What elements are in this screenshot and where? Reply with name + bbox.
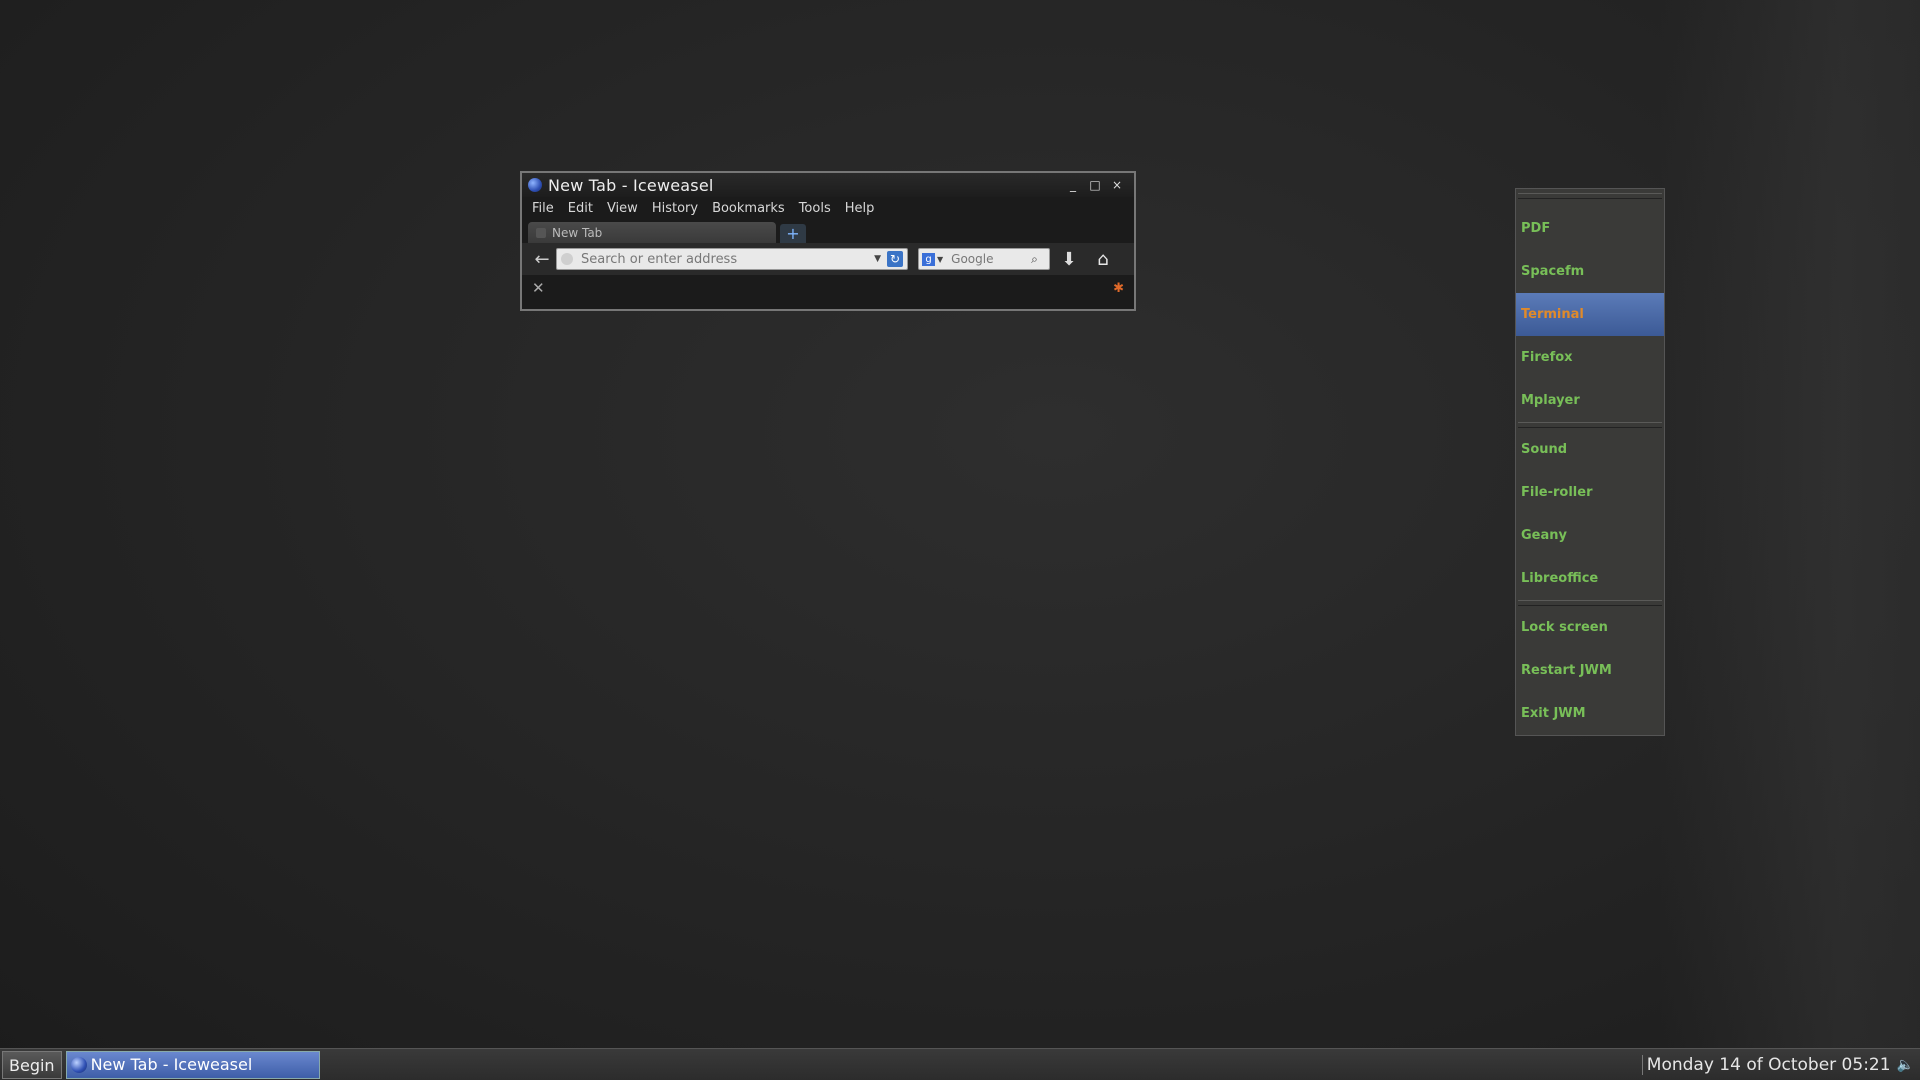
menu-view[interactable]: View <box>607 201 638 216</box>
search-bar[interactable]: g ▼ ⌕ <box>918 248 1050 270</box>
close-icon[interactable]: ✕ <box>532 279 545 297</box>
root-menu: PDF Spacefm Terminal Firefox Mplayer Sou… <box>1515 188 1665 736</box>
download-icon[interactable]: ⬇ <box>1054 249 1084 270</box>
menu-bar: File Edit View History Bookmarks Tools H… <box>522 197 1134 219</box>
taskbar-window-button[interactable]: New Tab - Iceweasel <box>65 1050 320 1079</box>
tab-new-tab[interactable]: New Tab <box>528 222 776 243</box>
clock[interactable]: Monday 14 of October 05:21 <box>1641 1054 1891 1075</box>
menu-item-exit-jwm[interactable]: Exit JWM <box>1516 692 1664 735</box>
url-history-dropdown-icon[interactable]: ▼ <box>874 254 881 264</box>
menu-bookmarks[interactable]: Bookmarks <box>712 201 785 216</box>
menu-item-terminal[interactable]: Terminal <box>1516 293 1664 336</box>
search-icon[interactable]: ⌕ <box>1031 252 1038 267</box>
window-title: New Tab - Iceweasel <box>548 175 714 195</box>
menu-item-firefox[interactable]: Firefox <box>1516 336 1664 379</box>
notification-bar: ✕ ✱ <box>522 275 1134 301</box>
minimize-button[interactable]: _ <box>1062 178 1084 192</box>
home-icon[interactable]: ⌂ <box>1088 249 1118 270</box>
menu-item-mplayer[interactable]: Mplayer <box>1516 379 1664 422</box>
new-tab-button[interactable]: + <box>780 224 806 243</box>
tab-strip: New Tab + <box>522 219 1134 243</box>
close-button[interactable]: × <box>1106 178 1128 192</box>
search-input[interactable] <box>949 251 1032 267</box>
tab-label: New Tab <box>552 225 603 240</box>
menu-item-restart-jwm[interactable]: Restart JWM <box>1516 649 1664 692</box>
system-tray: Monday 14 of October 05:21 🔈 <box>1641 1049 1920 1080</box>
tab-favicon-icon <box>536 227 546 238</box>
menu-item-libreoffice[interactable]: Libreoffice <box>1516 557 1664 600</box>
menu-edit[interactable]: Edit <box>568 201 593 216</box>
menu-item-sound[interactable]: Sound <box>1516 428 1664 471</box>
menu-item-geany[interactable]: Geany <box>1516 514 1664 557</box>
addon-icon[interactable]: ✱ <box>1113 281 1124 296</box>
iceweasel-task-icon <box>70 1056 87 1073</box>
menu-separator <box>1518 193 1662 199</box>
taskbar: Begin New Tab - Iceweasel Monday 14 of O… <box>0 1048 1920 1080</box>
menu-file[interactable]: File <box>532 201 554 216</box>
browser-window[interactable]: New Tab - Iceweasel _ □ × File Edit View… <box>520 171 1136 311</box>
iceweasel-app-icon <box>528 178 542 192</box>
reload-icon[interactable]: ↻ <box>887 251 903 267</box>
url-bar[interactable]: ▼ ↻ <box>556 248 908 270</box>
desktop-background-glow <box>1660 0 1920 1048</box>
menu-item-lock-screen[interactable]: Lock screen <box>1516 606 1664 649</box>
menu-item-pdf[interactable]: PDF <box>1516 207 1664 250</box>
navigation-toolbar: ← ▼ ↻ g ▼ ⌕ ⬇ ⌂ <box>522 243 1134 275</box>
menu-help[interactable]: Help <box>845 201 875 216</box>
window-titlebar[interactable]: New Tab - Iceweasel _ □ × <box>522 173 1134 197</box>
begin-button[interactable]: Begin <box>2 1050 62 1079</box>
volume-icon[interactable]: 🔈 <box>1897 1057 1914 1073</box>
google-engine-icon[interactable]: g <box>922 252 935 266</box>
maximize-button[interactable]: □ <box>1084 178 1106 192</box>
url-input[interactable] <box>579 250 875 268</box>
menu-item-spacefm[interactable]: Spacefm <box>1516 250 1664 293</box>
taskbar-window-label: New Tab - Iceweasel <box>90 1055 253 1074</box>
menu-history[interactable]: History <box>652 201 698 216</box>
back-arrow-icon[interactable]: ← <box>528 249 556 270</box>
menu-tools[interactable]: Tools <box>799 201 831 216</box>
site-identity-icon[interactable] <box>561 253 573 265</box>
engine-dropdown-icon[interactable]: ▼ <box>937 255 943 264</box>
menu-item-file-roller[interactable]: File-roller <box>1516 471 1664 514</box>
